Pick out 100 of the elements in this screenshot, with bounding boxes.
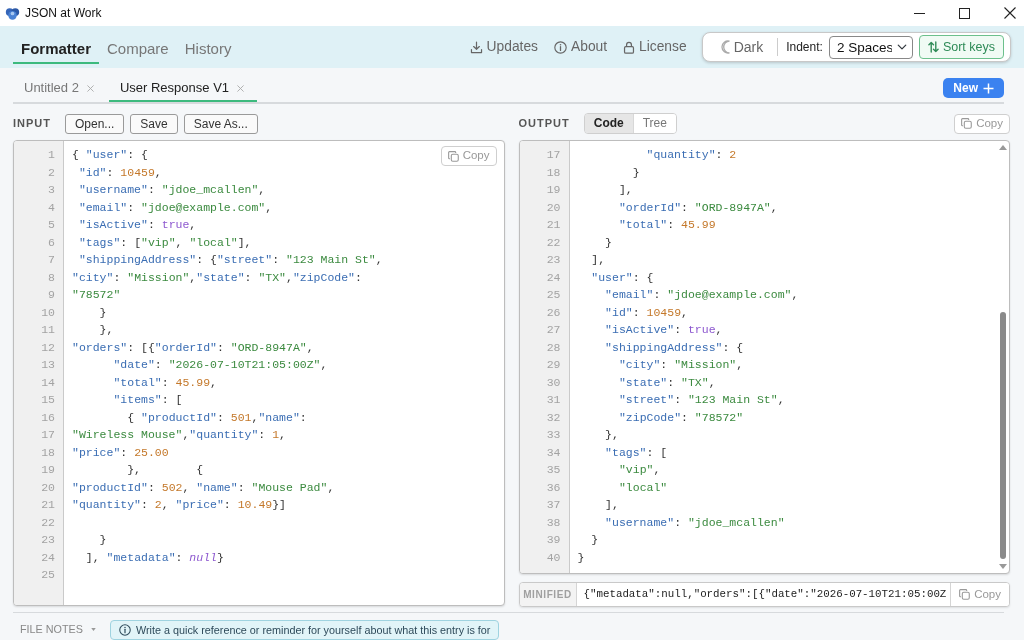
line-number: 22 xyxy=(41,515,55,529)
code-line: }, { xyxy=(127,463,204,476)
line-number: 20 xyxy=(41,480,55,494)
nav-link[interactable]: About xyxy=(554,36,608,58)
code-line: "date": "2026-07-10T21:05:00Z", xyxy=(113,358,328,371)
nav-tab[interactable]: Compare xyxy=(99,36,177,64)
code-line: "shippingAddress": { xyxy=(605,340,744,354)
line-number: 38 xyxy=(546,515,561,529)
line-number: 25 xyxy=(546,288,561,301)
line-number: 39 xyxy=(546,533,561,546)
section-label: OUTPUT xyxy=(518,116,570,132)
code-line: "user": { xyxy=(591,270,654,284)
info-icon xyxy=(119,624,131,636)
minified-label: MINIFIED xyxy=(519,583,577,606)
code-line: "local" xyxy=(618,480,668,494)
input-editor[interactable] xyxy=(13,140,505,606)
copy-button[interactable]: Copy xyxy=(950,583,1009,606)
file-notes-toggle[interactable]: FILE NOTES xyxy=(13,620,96,639)
line-number: 9 xyxy=(48,288,55,301)
view-tab[interactable]: Tree xyxy=(632,114,676,133)
line-number: 4 xyxy=(48,200,55,214)
line-number: 34 xyxy=(546,445,561,459)
lock-icon xyxy=(623,40,636,54)
hint-text: Write a quick reference or reminder for yourself about what this entry is for xyxy=(136,622,491,638)
line-number: 23 xyxy=(41,533,55,546)
code-line: } xyxy=(591,533,599,546)
line-number: 8 xyxy=(48,270,55,284)
line-number: 28 xyxy=(546,340,561,354)
line-number: 31 xyxy=(546,393,561,406)
caret-icon xyxy=(91,628,96,631)
code-line: "quantity": 2, "price": 10.49}] xyxy=(72,498,286,511)
code-line: }, xyxy=(99,323,114,336)
line-number: 17 xyxy=(546,148,561,161)
code-line: ], "metadata": null} xyxy=(85,550,224,564)
nav-link[interactable]: Updates xyxy=(469,36,538,58)
line-number: 14 xyxy=(41,375,55,389)
open-button[interactable]: Open... xyxy=(65,113,125,134)
copy-button[interactable]: Copy xyxy=(440,146,497,166)
indent-select[interactable]: 2 Spaces xyxy=(828,35,913,59)
nav-link[interactable]: License xyxy=(623,36,687,58)
code-line: "vip", xyxy=(618,463,661,476)
view-tab[interactable]: Code xyxy=(584,114,633,133)
line-number: 26 xyxy=(546,305,561,319)
line-number: 21 xyxy=(546,218,561,231)
code-line: ], xyxy=(605,498,619,511)
save-button[interactable]: Save xyxy=(130,113,178,134)
save-as-button[interactable]: Save As... xyxy=(183,113,258,134)
code-line: "tags": ["vip", "local"], xyxy=(78,235,252,249)
code-line: "total": 45.99 xyxy=(618,218,716,231)
code-line: "shippingAddress": {"street": "123 Main St", xyxy=(78,253,383,266)
sort-keys-button[interactable]: Sort keys xyxy=(918,35,1004,59)
code-line: "id": 10459, xyxy=(78,165,162,179)
copy-icon xyxy=(961,118,973,129)
code-line: ], xyxy=(618,183,633,196)
code-line: "total": 45.99, xyxy=(113,375,217,389)
download-icon xyxy=(469,40,483,54)
code-line: "id": 10459, xyxy=(605,305,688,319)
line-number: 21 xyxy=(41,498,55,511)
up-down-arrows-icon xyxy=(927,41,939,53)
code-line: "username": "jdoe_mcallen", xyxy=(78,183,266,196)
line-number: 24 xyxy=(41,550,55,564)
code-line: "isActive": true, xyxy=(605,323,723,336)
code-line: "username": "jdoe_mcallen" xyxy=(605,515,785,529)
code-line: "orders": [{"orderId": "ORD-8947A", xyxy=(72,340,314,354)
document-tab[interactable]: User Response V1 xyxy=(108,78,258,102)
line-number: 40 xyxy=(546,550,561,564)
code-line: { "productId": 501,"name": xyxy=(127,410,307,424)
code-line: { "user": { xyxy=(72,148,148,161)
app-logo-icon xyxy=(5,6,20,20)
line-number: 24 xyxy=(546,270,561,284)
line-number: 32 xyxy=(546,410,561,424)
code-line: "isActive": true, xyxy=(78,218,197,231)
line-number: 35 xyxy=(546,463,561,476)
line-number: 6 xyxy=(48,235,55,249)
line-number: 2 xyxy=(48,165,55,179)
line-number: 5 xyxy=(48,218,55,231)
copy-button[interactable]: Copy xyxy=(954,113,1010,134)
line-number: 1 xyxy=(48,148,55,161)
code-line: ], xyxy=(591,253,606,266)
info-icon xyxy=(554,40,567,54)
nav-tab[interactable]: History xyxy=(176,36,240,64)
code-line: "productId": 502, "name": "Mouse Pad", xyxy=(72,480,335,494)
code-line: "state": "TX", xyxy=(618,375,716,389)
line-number: 19 xyxy=(41,463,55,476)
code-line: "email": "jdoe@example.com", xyxy=(78,200,273,214)
theme-toggle-button[interactable]: Dark xyxy=(718,36,770,58)
line-number: 18 xyxy=(546,165,561,179)
close-icon xyxy=(1004,7,1016,19)
document-tab[interactable]: Untitled 2 xyxy=(13,78,107,102)
line-number: 7 xyxy=(48,253,55,266)
code-line: "zipCode": "78572" xyxy=(618,410,744,424)
nav-tab[interactable]: Formatter xyxy=(13,36,99,64)
new-button[interactable]: New xyxy=(943,78,1004,98)
code-line: "city": "Mission", xyxy=(618,358,744,371)
section-label: INPUT xyxy=(13,116,51,132)
code-line: "items": [ xyxy=(113,393,183,406)
line-number: 17 xyxy=(41,428,55,441)
line-number: 13 xyxy=(41,358,55,371)
line-number: 25 xyxy=(41,568,55,581)
copy-icon xyxy=(959,589,971,600)
